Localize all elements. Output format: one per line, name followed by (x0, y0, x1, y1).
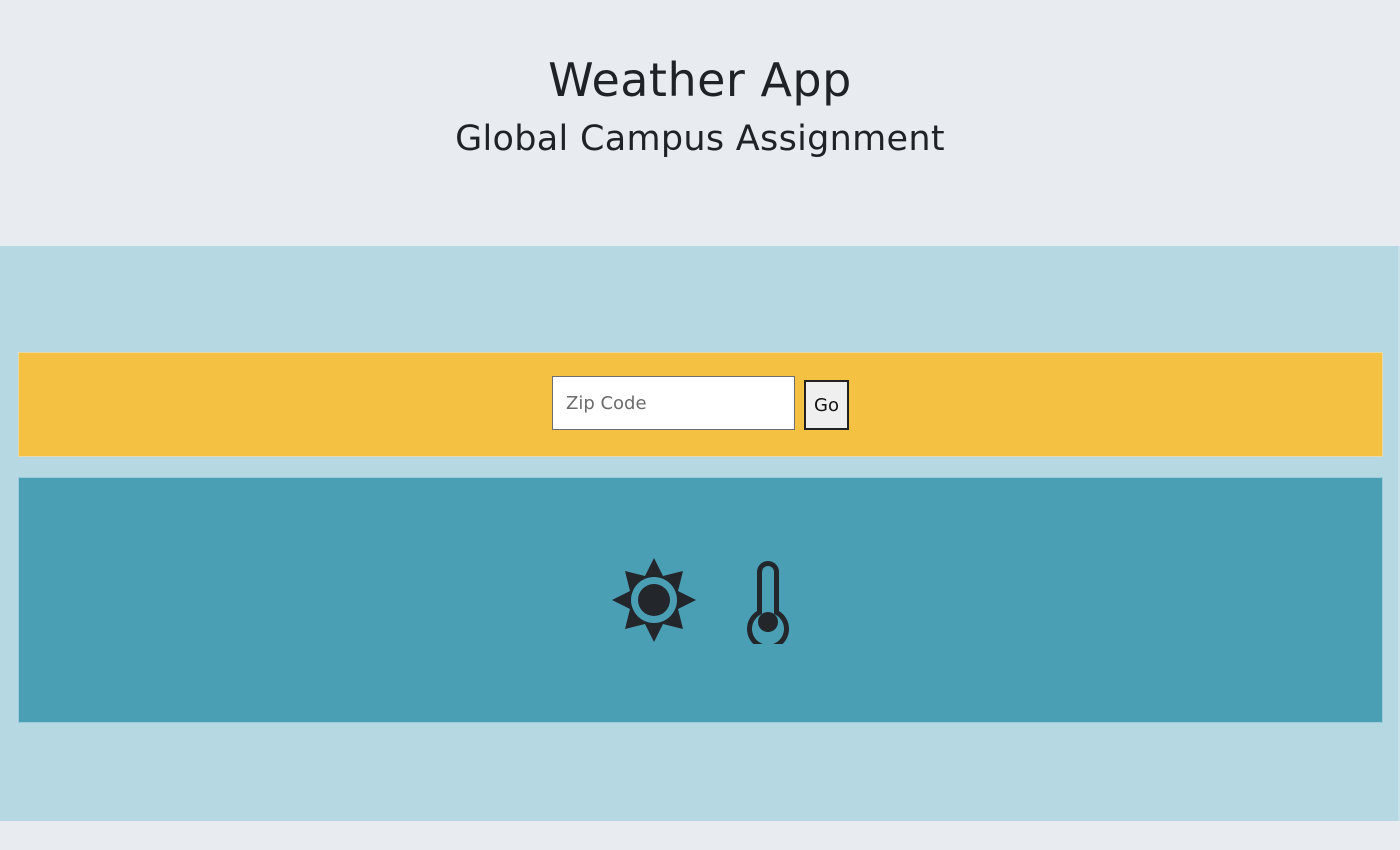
zip-search-bar: Go (18, 352, 1383, 457)
app-title: Weather App (548, 53, 852, 107)
main-content: Go (0, 246, 1400, 821)
go-button[interactable]: Go (804, 380, 849, 430)
thermometer-icon (747, 561, 789, 644)
page-footer (0, 821, 1400, 850)
zip-code-input[interactable] (552, 376, 795, 430)
app-subtitle: Global Campus Assignment (455, 119, 945, 159)
sun-icon (612, 558, 696, 642)
page-header: Weather App Global Campus Assignment (0, 0, 1400, 246)
weather-display-panel (18, 477, 1383, 723)
